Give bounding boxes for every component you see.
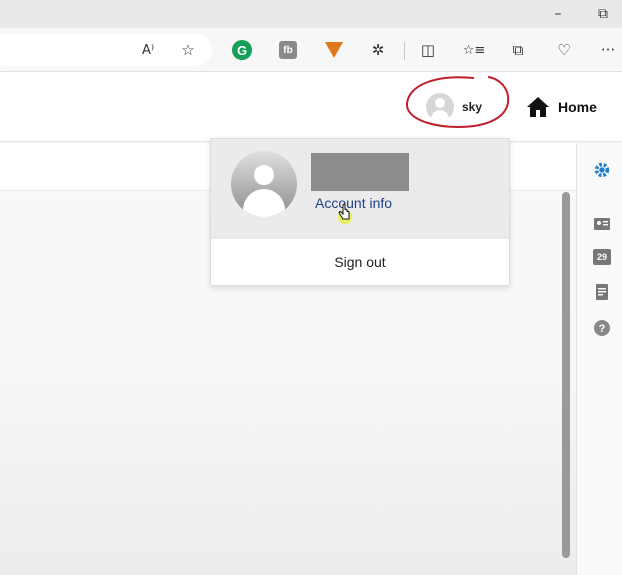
- more-menu-icon[interactable]: ···: [596, 38, 620, 62]
- metamask-extension-icon[interactable]: [322, 38, 346, 62]
- hand-cursor-icon: [338, 203, 352, 224]
- help-icon[interactable]: ?: [593, 319, 611, 337]
- grammarly-logo: G: [232, 40, 252, 60]
- restore-button[interactable]: ⧉: [595, 6, 611, 22]
- account-dropdown: Account info Sign out: [210, 138, 510, 286]
- minimize-button[interactable]: –: [550, 6, 566, 22]
- browser-essentials-heart-icon[interactable]: ♡: [552, 38, 576, 62]
- read-aloud-icon[interactable]: A⁾: [136, 38, 160, 62]
- notes-icon[interactable]: [593, 283, 611, 301]
- profile-avatar: [231, 151, 297, 217]
- grammarly-extension-icon[interactable]: G: [230, 38, 254, 62]
- favorites-list-icon[interactable]: ☆≡: [462, 38, 486, 62]
- home-icon: [527, 97, 549, 117]
- fb-logo: fb: [279, 41, 297, 59]
- window-titlebar: – ⧉: [0, 0, 622, 28]
- toolbar-divider: [404, 42, 405, 60]
- favorite-star-icon[interactable]: ☆: [176, 38, 200, 62]
- right-sidebar: 29 ?: [576, 143, 622, 575]
- annotation-circle: [405, 76, 510, 128]
- sign-out-button[interactable]: Sign out: [211, 239, 509, 285]
- browser-toolbar: A⁾ ☆ G fb ✲ ◫ ☆≡ ⧉ ♡ ···: [0, 28, 622, 72]
- fox-icon: [325, 42, 343, 58]
- svg-text:?: ?: [599, 323, 606, 335]
- account-summary: Account info: [211, 139, 509, 239]
- scrollbar[interactable]: [562, 192, 570, 558]
- page-header: sky Home: [0, 72, 622, 142]
- settings-gear-icon[interactable]: [593, 161, 611, 179]
- extensions-puzzle-icon[interactable]: ✲: [366, 38, 390, 62]
- contact-card-icon[interactable]: [593, 215, 611, 233]
- redacted-username: [311, 153, 409, 191]
- collections-icon[interactable]: ⧉: [506, 38, 530, 62]
- home-label: Home: [558, 99, 597, 115]
- calendar-icon[interactable]: 29: [593, 249, 611, 265]
- home-link[interactable]: Home: [526, 96, 597, 118]
- split-screen-icon[interactable]: ◫: [416, 38, 440, 62]
- fb-extension-icon[interactable]: fb: [276, 38, 300, 62]
- account-info-link[interactable]: Account info: [315, 195, 392, 211]
